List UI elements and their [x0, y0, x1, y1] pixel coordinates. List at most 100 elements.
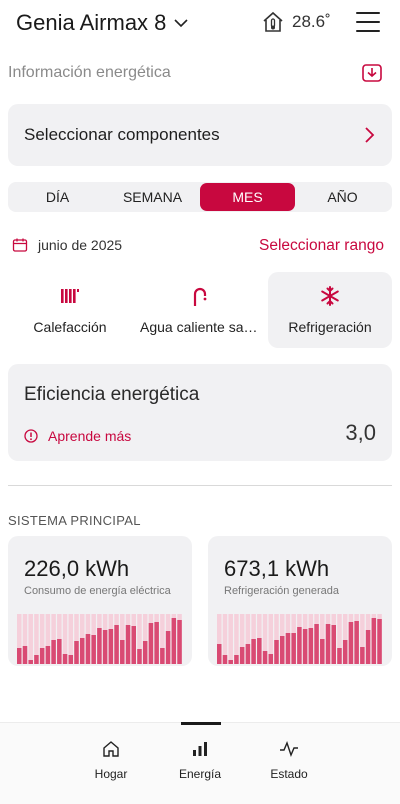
generation-bar [222, 655, 228, 664]
consumption-bar [22, 646, 28, 664]
nav-home[interactable]: Hogar [81, 739, 141, 781]
date-picker[interactable]: junio de 2025 [12, 237, 122, 253]
generation-bar [325, 624, 331, 664]
consumption-bar [68, 655, 74, 664]
generation-bar [331, 625, 336, 664]
consumption-bar [51, 640, 56, 664]
generation-value: 673,1 kWh [224, 556, 330, 581]
learn-more-link[interactable]: Aprende más [24, 428, 131, 444]
period-tabs: DÍA SEMANA MES AÑO [8, 182, 392, 212]
generation-bar [308, 628, 314, 664]
generation-bar [297, 627, 302, 664]
consumption-bar [91, 635, 96, 664]
divider [8, 485, 392, 486]
consumption-bar [39, 648, 45, 664]
component-heating[interactable]: Calefacción [8, 272, 132, 348]
generation-bar [377, 619, 382, 664]
chevron-right-icon [365, 127, 375, 143]
consumption-bar [125, 625, 131, 664]
home-icon [103, 741, 119, 757]
select-range-link[interactable]: Seleccionar rango [259, 237, 384, 255]
device-selector[interactable]: Genia Airmax 8 [16, 10, 190, 36]
generation-bar [279, 636, 285, 664]
download-icon[interactable] [360, 61, 384, 85]
consumption-bar [142, 641, 148, 664]
tab-week[interactable]: SEMANA [105, 183, 200, 211]
consumption-bar [28, 660, 33, 664]
generation-bar [217, 644, 222, 664]
generation-bar [354, 621, 359, 664]
consumption-bar [79, 638, 85, 664]
generation-bar [245, 644, 251, 664]
snowflake-icon [321, 286, 339, 306]
bottom-navigation: Hogar Energía Estado [0, 722, 400, 804]
generation-bar [262, 651, 268, 664]
consumption-bar [57, 639, 62, 664]
consumption-bar [102, 630, 108, 664]
efficiency-title: Eficiencia energética [24, 384, 200, 405]
generation-bar-chart [217, 614, 382, 664]
generation-caption: Refrigeración generada [224, 585, 339, 597]
pulse-icon [280, 741, 298, 757]
section-title: Información energética [8, 64, 171, 81]
bar-chart-icon [193, 742, 207, 756]
generation-bar [348, 622, 354, 664]
hamburger-menu-icon[interactable] [356, 12, 380, 32]
generation-card[interactable]: 673,1 kWh Refrigeración generada [208, 536, 392, 666]
consumption-bar [34, 655, 39, 664]
nav-active-indicator [181, 722, 221, 725]
device-name: Genia Airmax 8 [16, 10, 167, 35]
consumption-card[interactable]: 226,0 kWh Consumo de energía eléctrica [8, 536, 192, 666]
component-hot-water[interactable]: Agua caliente sanitaria [138, 272, 262, 348]
consumption-bar [120, 640, 125, 664]
consumption-value: 226,0 kWh [24, 556, 130, 581]
component-cooling[interactable]: Refrigeración [268, 272, 392, 348]
house-thermometer-icon [263, 11, 283, 32]
consumption-bar [114, 625, 119, 664]
info-icon [24, 429, 38, 443]
consumption-bar [160, 648, 165, 664]
generation-bar [320, 639, 325, 664]
generation-bar [291, 633, 296, 664]
consumption-bar [17, 648, 22, 664]
consumption-bar [165, 631, 171, 664]
consumption-bar-chart [17, 614, 182, 664]
consumption-bar [45, 646, 51, 664]
nav-status[interactable]: Estado [259, 739, 319, 781]
generation-bar [274, 640, 279, 664]
consumption-bar [108, 629, 114, 664]
tab-day[interactable]: DÍA [10, 183, 105, 211]
nav-energy-label: Energía [178, 767, 222, 781]
consumption-bar [154, 622, 159, 664]
consumption-bar [131, 626, 136, 664]
nav-home-label: Hogar [94, 767, 128, 781]
select-components-label: Seleccionar componentes [24, 125, 220, 144]
tab-month[interactable]: MES [200, 183, 295, 211]
home-temperature[interactable]: 28.6˚ [262, 10, 331, 34]
nav-status-label: Estado [270, 767, 308, 781]
learn-more-label: Aprende más [48, 428, 132, 444]
generation-bar [285, 633, 291, 664]
component-heating-label: Calefacción [33, 319, 107, 335]
tab-year[interactable]: AÑO [295, 183, 390, 211]
generation-bar [365, 630, 371, 664]
component-selector: Calefacción Agua caliente sanitaria Refr… [8, 272, 392, 348]
consumption-bar [177, 620, 182, 664]
consumption-bar [97, 628, 102, 664]
generation-bar [342, 640, 348, 664]
consumption-bar [137, 649, 142, 664]
select-components-button[interactable]: Seleccionar componentes [8, 104, 392, 166]
generation-bar [360, 647, 365, 664]
generation-bar [251, 639, 256, 664]
consumption-bar [148, 623, 154, 664]
generation-bar [268, 654, 274, 664]
consumption-bar-track [28, 614, 33, 664]
component-hot-water-label: Agua caliente sanitaria [140, 319, 260, 335]
consumption-bar [74, 641, 79, 664]
generation-bar [257, 638, 262, 664]
component-cooling-label: Refrigeración [288, 319, 372, 335]
consumption-bar [171, 618, 177, 664]
nav-energy[interactable]: Energía [170, 739, 230, 781]
generation-bar [239, 647, 245, 664]
consumption-bar [62, 654, 68, 664]
